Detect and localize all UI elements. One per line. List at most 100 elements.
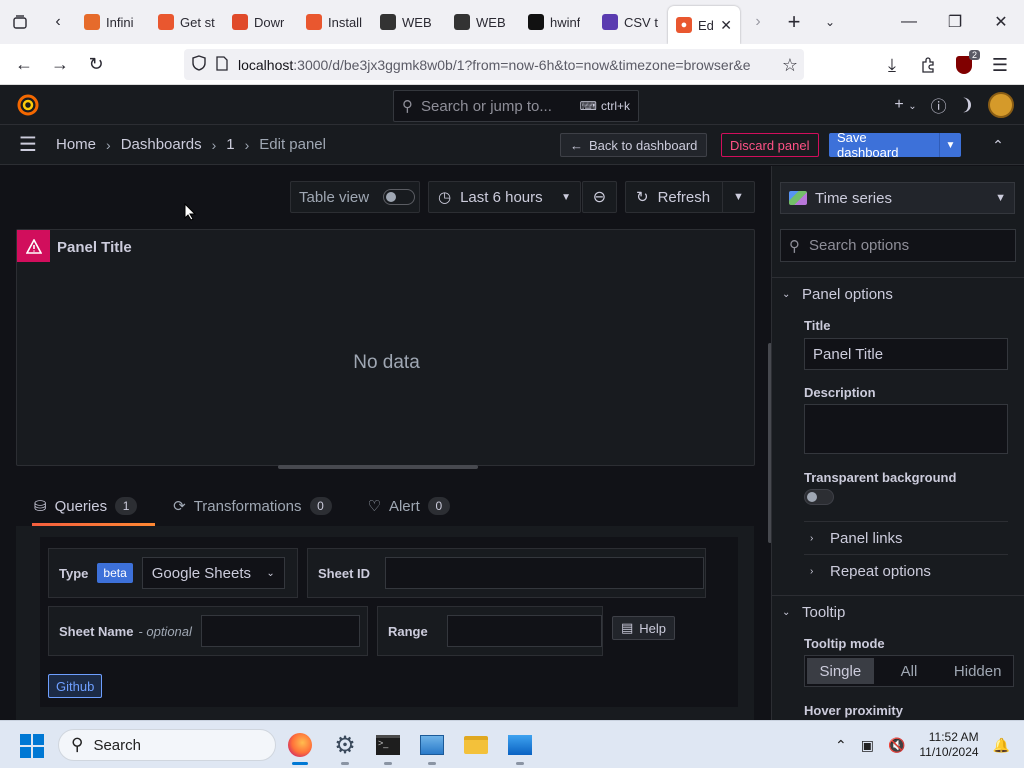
transparent-background-toggle[interactable] <box>804 489 834 505</box>
tab-queries[interactable]: ⛁ Queries 1 <box>16 486 156 526</box>
ublock-extension-icon[interactable]: 2 <box>946 47 982 83</box>
breadcrumb-dashboards[interactable]: Dashboards <box>121 136 202 153</box>
save-dashboard-button[interactable]: Save dashboard ▼ <box>829 130 961 160</box>
arrow-left-icon: ← <box>570 137 583 153</box>
grafana-logo-icon[interactable] <box>16 93 40 117</box>
warning-icon[interactable] <box>17 230 50 262</box>
bookmark-star-icon[interactable]: ☆ <box>772 47 808 83</box>
browser-tab[interactable]: Dowr <box>224 0 298 44</box>
close-window-icon[interactable]: ✕ <box>978 0 1024 44</box>
browser-tab[interactable]: Install <box>298 0 372 44</box>
sheet-id-input[interactable] <box>385 557 705 589</box>
chevron-down-icon[interactable]: ▼ <box>722 182 754 212</box>
url-bar[interactable]: localhost:3000/d/be3jx3ggmk8w0b/1?from=n… <box>184 49 804 80</box>
browser-tab[interactable]: Infini <box>76 0 150 44</box>
back-icon[interactable]: ← <box>6 46 42 82</box>
news-feed-icon[interactable]: ❩ <box>961 95 974 115</box>
table-view-toggle[interactable]: Table view <box>290 181 420 213</box>
taskbar-search[interactable]: ⚲ Search <box>58 729 276 761</box>
minimize-icon[interactable]: — <box>886 0 932 44</box>
search-icon: ⚲ <box>71 735 84 754</box>
new-tab-icon[interactable]: + <box>776 0 812 44</box>
sheet-name-input[interactable] <box>200 615 360 647</box>
breadcrumb-current: Edit panel <box>259 136 326 153</box>
tabs-scroll-right-icon[interactable]: › <box>740 0 776 44</box>
firefox-taskbar-icon[interactable] <box>284 729 316 765</box>
maximize-icon[interactable]: ❐ <box>932 0 978 44</box>
chevron-down-icon[interactable]: ▼ <box>939 133 961 157</box>
back-to-dashboard-button[interactable]: ← Back to dashboard <box>560 133 708 157</box>
tab-overview-icon[interactable] <box>0 0 40 44</box>
chevron-up-icon[interactable]: ⌃ <box>835 737 847 754</box>
browser-nav-bar: ← → ↻ localhost:3000/d/be3jx3ggmk8w0b/1?… <box>0 44 1024 85</box>
notifications-bell-icon[interactable]: 🔔 <box>993 737 1010 754</box>
list-all-tabs-icon[interactable]: ⌄ <box>812 0 848 44</box>
tooltip-mode-hidden[interactable]: Hidden <box>944 658 1011 684</box>
zoom-out-button[interactable]: ⊖ <box>582 181 617 213</box>
chevron-up-icon[interactable]: ⌃ <box>986 133 1010 157</box>
avatar[interactable] <box>988 92 1014 118</box>
reload-icon[interactable]: ↻ <box>78 46 114 82</box>
search-placeholder: Search or jump to... <box>421 97 552 115</box>
repeat-options-header[interactable]: › Repeat options <box>810 563 931 580</box>
browser-tab[interactable]: Get st <box>150 0 224 44</box>
browser-tab[interactable]: WEB <box>372 0 446 44</box>
type-select[interactable]: Google Sheets ⌄ <box>141 557 285 589</box>
extension-badge: 2 <box>968 50 980 60</box>
close-tab-icon[interactable]: ✕ <box>720 17 732 34</box>
refresh-button[interactable]: ↻ Refresh ▼ <box>625 181 755 213</box>
windows-start-icon[interactable] <box>20 734 44 758</box>
panel-links-header[interactable]: › Panel links <box>810 530 903 547</box>
grafana-search[interactable]: ⚲ Search or jump to... ⌨ ctrl+k <box>393 90 639 122</box>
github-button[interactable]: Github <box>48 674 103 698</box>
panel-title[interactable]: Panel Title <box>57 239 132 256</box>
add-new-icon[interactable]: + ⌄ <box>894 96 916 114</box>
range-input[interactable] <box>446 615 602 647</box>
tab-label: Edi <box>698 17 714 33</box>
clock[interactable]: 11:52 AM 11/10/2024 <box>919 730 978 760</box>
refresh-icon: ↻ <box>636 189 649 206</box>
time-range-picker[interactable]: ◷ Last 6 hours ▼ <box>428 181 581 213</box>
visualization-picker[interactable]: Time series ▼ <box>780 182 1015 214</box>
volume-muted-icon[interactable]: 🔇 <box>888 737 905 754</box>
downloads-icon[interactable]: ⤓ <box>874 47 910 83</box>
discard-panel-button[interactable]: Discard panel <box>721 133 819 157</box>
terminal-taskbar-icon[interactable]: >_ <box>372 729 404 765</box>
panel-options-header[interactable]: ⌄ Panel options <box>782 286 893 303</box>
tooltip-mode-all[interactable]: All <box>876 658 943 684</box>
app-menu-icon[interactable]: ☰ <box>982 47 1018 83</box>
forward-icon[interactable]: → <box>42 46 78 82</box>
breadcrumb-home[interactable]: Home <box>56 136 96 153</box>
tab-transformations[interactable]: ⟳ Transformations 0 <box>155 486 349 526</box>
description-input[interactable] <box>804 404 1008 454</box>
browser-tab[interactable]: CSV t <box>594 0 668 44</box>
breadcrumb-dashboard[interactable]: 1 <box>226 136 234 153</box>
panel-preview[interactable]: Panel Title No data <box>16 229 755 466</box>
toggle-switch[interactable] <box>383 189 416 205</box>
file-explorer-taskbar-icon[interactable] <box>460 729 492 761</box>
browser-tab[interactable]: WEB <box>446 0 520 44</box>
breadcrumb-separator-icon: › <box>106 136 111 153</box>
shield-icon[interactable] <box>192 55 206 74</box>
settings-taskbar-icon[interactable]: ⚙ <box>329 729 361 765</box>
tooltip-mode-single[interactable]: Single <box>807 658 874 684</box>
help-button[interactable]: ▤ Help <box>612 616 676 640</box>
tooltip-header[interactable]: ⌄ Tooltip <box>782 604 845 621</box>
tabs-scroll-left-icon[interactable]: ‹ <box>40 0 76 44</box>
help-icon[interactable]: ⓘ <box>931 93 947 117</box>
app-taskbar-icon[interactable] <box>504 729 536 765</box>
horizontal-scrollbar[interactable] <box>278 465 478 469</box>
tab-active[interactable]: ● Edi ✕ <box>668 6 740 44</box>
options-search-input[interactable]: ⚲ Search options <box>780 229 1016 262</box>
windows-taskbar: ⚲ Search ⚙ >_ ⌃ ▣ 🔇 11:52 AM 11/10/2024 … <box>0 720 1024 768</box>
title-input[interactable]: Panel Title <box>804 338 1008 370</box>
tab-alert[interactable]: ♡ Alert 0 <box>350 486 468 526</box>
extensions-icon[interactable] <box>910 47 946 83</box>
count-badge: 0 <box>309 497 332 515</box>
network-icon[interactable]: ▣ <box>861 737 874 754</box>
grafana-favicon-icon: ● <box>676 17 692 33</box>
browser-tab[interactable]: hwinf <box>520 0 594 44</box>
menu-icon[interactable]: ☰ <box>0 125 56 165</box>
chevron-down-icon: ▼ <box>995 192 1006 204</box>
control-panel-taskbar-icon[interactable] <box>416 729 448 765</box>
